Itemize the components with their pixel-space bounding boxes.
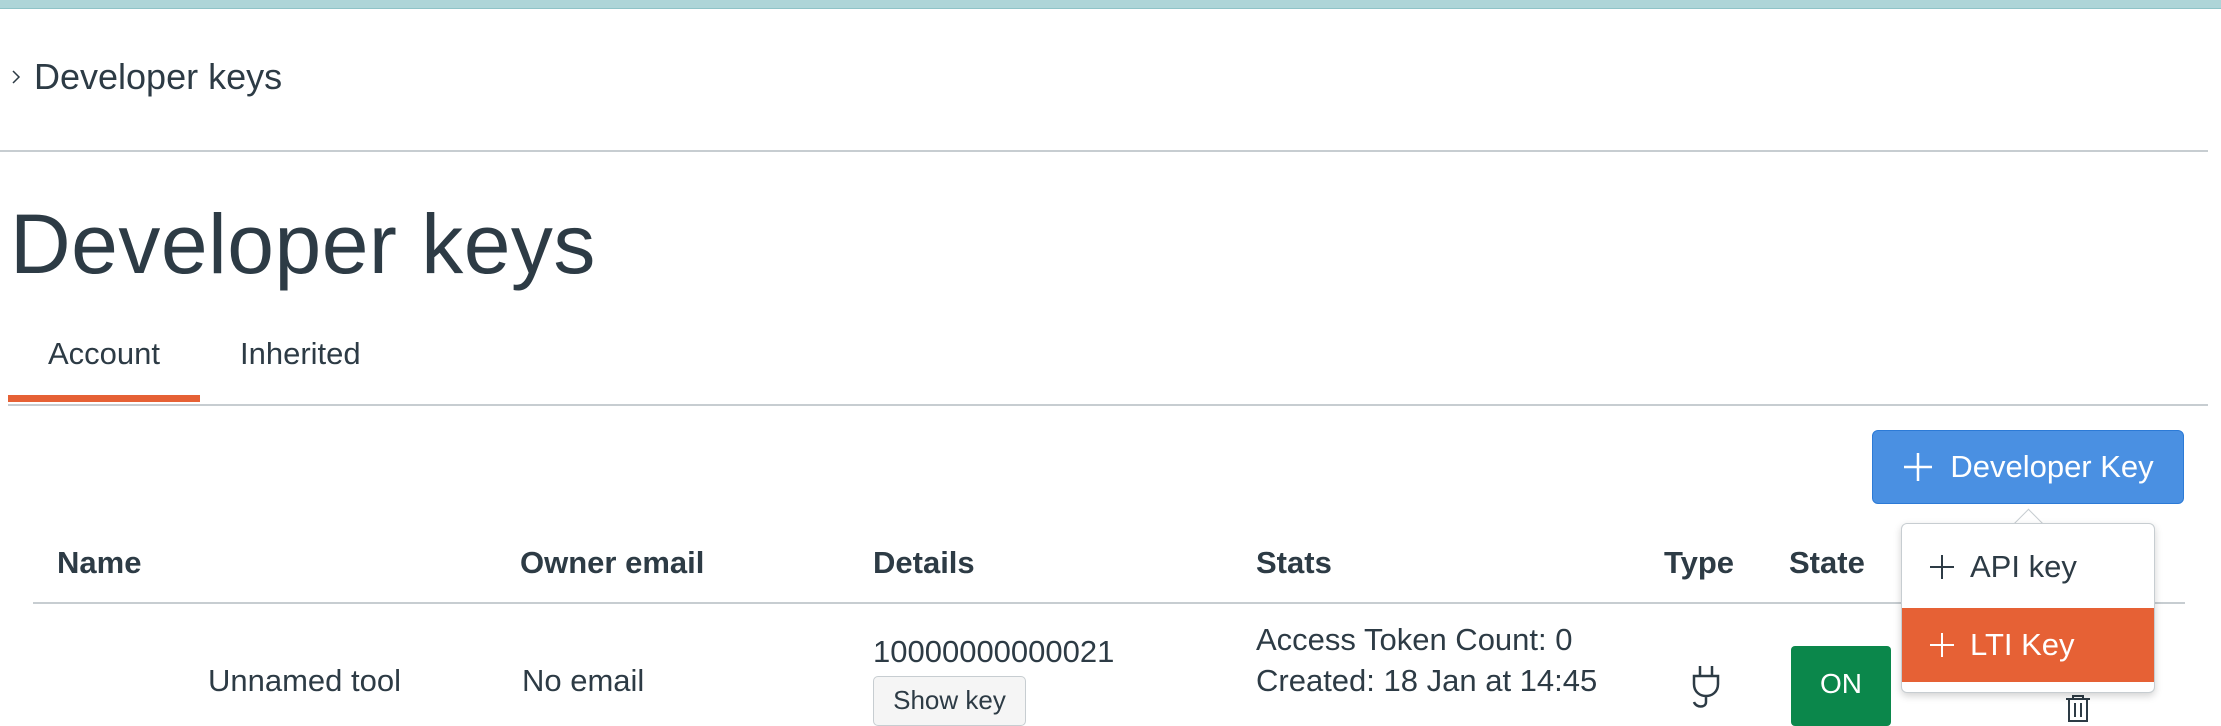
breadcrumb[interactable]: Developer keys — [8, 56, 282, 98]
menu-item-lti-key-label: LTI Key — [1970, 627, 2075, 662]
row-stats-token-count: Access Token Count: 0 — [1256, 622, 1573, 657]
menu-item-api-key[interactable]: API key — [1902, 530, 2154, 604]
add-key-menu: API key LTI Key — [1901, 523, 2155, 693]
column-header-type: Type — [1664, 545, 1735, 580]
tabs-divider — [8, 404, 2208, 406]
column-header-stats: Stats — [1256, 545, 1332, 580]
column-header-name[interactable]: Name — [57, 545, 141, 581]
menu-item-api-key-label: API key — [1970, 549, 2077, 584]
row-name: Unnamed tool — [208, 663, 402, 698]
tab-list: Account Inherited — [8, 330, 401, 402]
plus-icon — [1904, 453, 1933, 481]
row-stats-created: Created: 18 Jan at 14:45 — [1256, 663, 1598, 698]
trash-icon[interactable] — [2063, 693, 2093, 723]
top-border — [0, 0, 2221, 9]
breadcrumb-label: Developer keys — [34, 56, 283, 97]
page-title: Developer keys — [10, 197, 596, 291]
column-header-details: Details — [873, 545, 975, 580]
column-header-owner-email[interactable]: Owner email — [520, 545, 704, 581]
row-owner-email: No email — [522, 663, 645, 698]
plus-icon — [1930, 633, 1954, 657]
tab-account[interactable]: Account — [8, 330, 201, 402]
tab-inherited[interactable]: Inherited — [200, 330, 401, 400]
state-toggle-on[interactable]: ON — [1791, 646, 1891, 726]
column-header-state: State — [1789, 545, 1865, 580]
header-divider — [0, 150, 2208, 152]
show-key-button[interactable]: Show key — [873, 676, 1026, 726]
plug-icon — [1692, 666, 1720, 708]
plus-icon — [1930, 555, 1954, 579]
row-details-id: 10000000000021 — [873, 634, 1115, 669]
chevron-right-icon — [12, 70, 21, 84]
menu-item-lti-key[interactable]: LTI Key — [1902, 608, 2154, 682]
add-developer-key-button[interactable]: Developer Key — [1872, 430, 2184, 504]
table-header-divider — [33, 602, 2185, 604]
add-developer-key-label: Developer Key — [1950, 449, 2154, 484]
